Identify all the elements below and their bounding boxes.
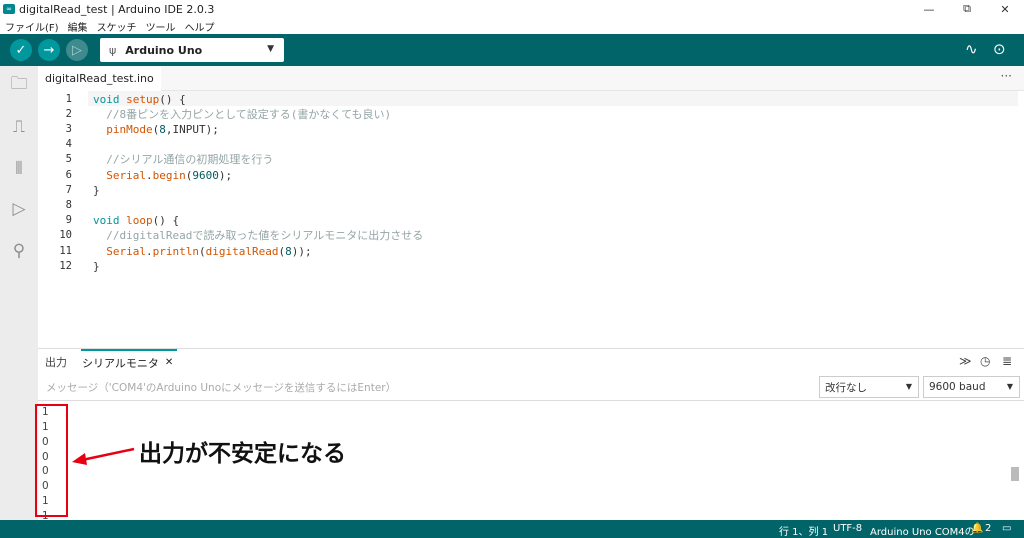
serial-message-bar: メッセージ（'COM4'のArduino Unoにメッセージを送信するにはEnt… xyxy=(38,374,1024,401)
current-line-highlight xyxy=(88,91,1018,106)
restore-button[interactable]: ⧉ xyxy=(948,0,986,18)
toggle-panel-icon[interactable]: ▭ xyxy=(1002,523,1011,534)
editor-tab-bar: digitalRead_test.ino ··· xyxy=(38,66,1024,92)
line-number: 10 xyxy=(59,229,72,241)
collapse-panel-icon[interactable]: ≫ xyxy=(959,354,972,368)
code-line: void setup() { xyxy=(93,93,186,106)
file-tab-label: digitalRead_test.ino xyxy=(45,71,154,85)
menu-sketch[interactable]: スケッチ xyxy=(97,19,137,34)
clear-output-icon[interactable]: ≣ xyxy=(1002,354,1012,368)
cursor-position[interactable]: 行 1、列 1 xyxy=(779,523,828,538)
upload-button[interactable]: → xyxy=(38,39,60,61)
close-window-button[interactable]: ✕ xyxy=(986,0,1024,18)
activity-sidebar: 🗀 ⎍ ⫴ ▷ ⚲ xyxy=(0,66,38,520)
serial-monitor-icon[interactable]: ⊙ xyxy=(993,40,1006,58)
debug-button[interactable]: ▷ xyxy=(66,39,88,61)
code-line: } xyxy=(93,260,100,273)
message-input[interactable]: メッセージ（'COM4'のArduino Unoにメッセージを送信するにはEnt… xyxy=(46,380,396,395)
verify-button[interactable]: ✓ xyxy=(10,39,32,61)
panel-tab-bar: 出力 シリアルモニタ ✕ ≫ ◷ ≣ xyxy=(38,348,1024,374)
notification-count: 2 xyxy=(985,523,992,534)
menu-file[interactable]: ファイル(F) xyxy=(5,19,59,34)
board-name: Arduino Uno xyxy=(125,43,203,57)
check-icon: ✓ xyxy=(15,42,27,58)
line-ending-select[interactable]: 改行なし ▼ xyxy=(819,376,919,398)
code-line: void loop() { xyxy=(93,214,180,227)
library-manager-icon[interactable]: ⫴ xyxy=(8,158,30,180)
code-line: //シリアル通信の初期処理を行う xyxy=(93,153,274,166)
line-number: 7 xyxy=(65,184,72,196)
code-line: //8番ピンを入力ピンとして設定する(書かなくても良い) xyxy=(93,108,392,121)
close-tab-icon[interactable]: ✕ xyxy=(165,357,173,368)
file-tab[interactable]: digitalRead_test.ino xyxy=(38,66,161,92)
code-line: pinMode(8,INPUT); xyxy=(106,123,219,136)
debug-sidebar-icon[interactable]: ▷ xyxy=(8,198,30,220)
toolbar: ✓ → ▷ ψ Arduino Uno ▼ ∿ ⊙ xyxy=(0,34,1024,66)
tab-output[interactable]: 出力 xyxy=(45,349,67,374)
tab-serial-monitor[interactable]: シリアルモニタ ✕ xyxy=(81,349,177,374)
code-line: } xyxy=(93,184,100,197)
board-selector[interactable]: ψ Arduino Uno ▼ xyxy=(100,38,284,62)
serial-plotter-icon[interactable]: ∿ xyxy=(965,40,978,58)
line-number: 2 xyxy=(65,108,72,120)
arduino-logo-icon: ∞ xyxy=(3,4,15,14)
serial-scrollbar[interactable] xyxy=(1011,467,1019,481)
code-line: Serial.begin(9600); xyxy=(106,169,233,182)
line-number: 1 xyxy=(65,93,72,105)
bell-icon[interactable]: 🔔 xyxy=(971,523,983,534)
line-number: 4 xyxy=(65,138,72,150)
debug-icon: ▷ xyxy=(72,42,82,58)
board-port[interactable]: Arduino Uno COM4の xyxy=(870,523,975,538)
menu-help[interactable]: ヘルプ xyxy=(185,19,215,34)
more-icon[interactable]: ··· xyxy=(1001,69,1012,83)
line-number: 12 xyxy=(59,260,72,272)
menu-edit[interactable]: 編集 xyxy=(68,19,88,34)
baud-rate-select[interactable]: 9600 baud ▼ xyxy=(923,376,1020,398)
line-number: 9 xyxy=(65,214,72,226)
restore-icon: ⧉ xyxy=(963,2,971,15)
folder-icon[interactable]: 🗀 xyxy=(8,74,30,96)
status-bar: 行 1、列 1 UTF-8 Arduino Uno COM4の 🔔 2 ▭ xyxy=(0,520,1024,538)
title-bar: ∞ digitalRead_test | Arduino IDE 2.0.3 —… xyxy=(0,0,1024,18)
annotation-text: 出力が不安定になる xyxy=(139,441,346,467)
minimize-icon: — xyxy=(923,2,935,16)
minimize-button[interactable]: — xyxy=(910,0,948,18)
file-encoding: UTF-8 xyxy=(833,523,863,534)
menu-tools[interactable]: ツール xyxy=(146,19,176,34)
line-number: 6 xyxy=(65,169,72,181)
line-number: 11 xyxy=(59,245,72,257)
line-number: 8 xyxy=(65,199,72,211)
highlight-box xyxy=(35,404,68,517)
arrow-right-icon: → xyxy=(43,42,55,58)
close-icon: ✕ xyxy=(1000,2,1010,16)
search-icon[interactable]: ⚲ xyxy=(8,240,30,262)
code-editor[interactable]: 1 2 3 4 5 6 7 8 9 10 11 12 void setup() … xyxy=(38,91,1024,347)
timestamp-toggle-icon[interactable]: ◷ xyxy=(980,354,990,368)
chevron-down-icon: ▼ xyxy=(1006,382,1013,391)
chevron-down-icon: ▼ xyxy=(267,44,274,54)
code-line: Serial.println(digitalRead(8)); xyxy=(106,245,312,258)
code-line: //digitalReadで読み取った値をシリアルモニタに出力させる xyxy=(93,229,424,242)
line-number: 3 xyxy=(65,123,72,135)
menu-bar: ファイル(F) 編集 スケッチ ツール ヘルプ xyxy=(0,18,1024,34)
usb-icon: ψ xyxy=(109,43,117,57)
annotation-arrow xyxy=(72,447,135,465)
line-number: 5 xyxy=(65,153,72,165)
boards-manager-icon[interactable]: ⎍ xyxy=(8,116,30,138)
line-number-gutter: 1 2 3 4 5 6 7 8 9 10 11 12 xyxy=(38,91,72,347)
chevron-down-icon: ▼ xyxy=(905,382,912,391)
window-title: digitalRead_test | Arduino IDE 2.0.3 xyxy=(19,2,215,16)
